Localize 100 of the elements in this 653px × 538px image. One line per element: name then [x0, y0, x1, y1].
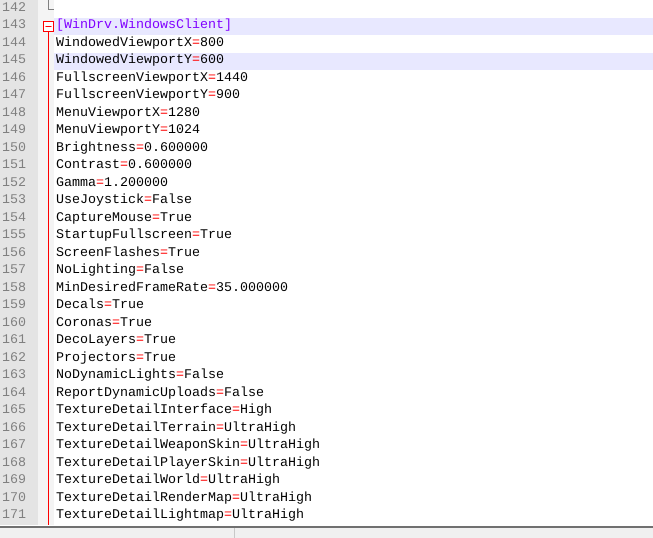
equals-sign: = [224, 508, 232, 524]
setting-key: TextureDetailInterface [56, 403, 232, 420]
line-number: 169 [1, 473, 26, 490]
setting-value: True [200, 228, 232, 244]
line-number: 155 [1, 228, 26, 244]
equals-sign: = [240, 456, 248, 472]
setting-value: 1440 [216, 70, 248, 87]
line-number: 159 [1, 298, 26, 314]
equals-sign: = [208, 280, 216, 297]
setting-key: Projectors [56, 350, 136, 367]
line-number: 152 [1, 176, 26, 192]
line-number: 149 [1, 123, 26, 140]
line-number: 142 [1, 0, 26, 17]
setting-value: UltraHigh [248, 438, 320, 454]
setting-value: True [144, 350, 176, 367]
equals-sign: = [160, 246, 168, 262]
line-number: 153 [1, 193, 26, 210]
line-number: 168 [1, 456, 26, 472]
equals-sign: = [160, 106, 168, 122]
setting-key: WindowedViewportX [56, 36, 192, 52]
setting-value: High [240, 403, 272, 420]
equals-sign: = [232, 403, 240, 420]
setting-value: 35.000000 [216, 280, 288, 297]
line-number: 156 [1, 246, 26, 262]
equals-sign: = [176, 368, 184, 384]
section-header: [WinDrv.WindowsClient] [56, 18, 232, 34]
setting-key: TextureDetailWeaponSkin [56, 438, 240, 454]
line-number: 148 [1, 106, 26, 122]
setting-value: True [144, 333, 176, 350]
setting-key: TextureDetailTerrain [56, 420, 216, 437]
line-number: 164 [1, 386, 26, 402]
setting-value: 1.200000 [104, 176, 168, 192]
equals-sign: = [152, 210, 160, 227]
setting-value: UltraHigh [240, 490, 312, 507]
line-number: 165 [1, 403, 26, 420]
setting-key: CaptureMouse [56, 210, 152, 227]
setting-value: 0.600000 [144, 140, 208, 157]
collapse-icon[interactable] [43, 20, 54, 32]
equals-sign: = [232, 490, 240, 507]
line-number: 144 [1, 36, 26, 52]
equals-sign: = [208, 70, 216, 87]
equals-sign: = [160, 123, 168, 140]
line-number: 162 [1, 350, 26, 367]
setting-key: TextureDetailLightmap [56, 508, 224, 524]
equals-sign: = [104, 298, 112, 314]
equals-sign: = [208, 88, 216, 104]
equals-sign: = [216, 420, 224, 437]
equals-sign: = [216, 386, 224, 402]
line-number: 161 [1, 333, 26, 350]
line-number: 171 [1, 508, 26, 524]
setting-key: NoLighting [56, 263, 136, 280]
line-number: 146 [1, 70, 26, 87]
setting-key: NoDynamicLights [56, 368, 176, 384]
setting-key: DecoLayers [56, 333, 136, 350]
equals-sign: = [192, 53, 200, 70]
equals-sign: = [192, 228, 200, 244]
equals-sign: = [240, 438, 248, 454]
equals-sign: = [112, 316, 120, 332]
equals-sign: = [120, 158, 128, 174]
setting-value: 1024 [168, 123, 200, 140]
line-number: 166 [1, 420, 26, 437]
setting-key: UseJoystick [56, 193, 144, 210]
equals-sign: = [136, 140, 144, 157]
equals-sign: = [136, 263, 144, 280]
line-number: 143 [1, 18, 26, 34]
setting-key: MenuViewportX [56, 106, 160, 122]
setting-key: Contrast [56, 158, 120, 174]
setting-key: MenuViewportY [56, 123, 160, 140]
setting-value: False [184, 368, 224, 384]
equals-sign: = [136, 333, 144, 350]
setting-value: 0.600000 [128, 158, 192, 174]
line-number: 150 [1, 140, 26, 157]
setting-value: False [152, 193, 192, 210]
setting-key: ReportDynamicUploads [56, 386, 216, 402]
setting-key: StartupFullscreen [56, 228, 192, 244]
line-number: 160 [1, 316, 26, 332]
setting-value: UltraHigh [224, 420, 296, 437]
line-number: 157 [1, 263, 26, 280]
setting-key: MinDesiredFrameRate [56, 280, 208, 297]
equals-sign: = [144, 193, 152, 210]
line-number: 158 [1, 280, 26, 297]
setting-value: False [144, 263, 184, 280]
setting-key: FullscreenViewportX [56, 70, 208, 87]
setting-value: 800 [200, 36, 224, 52]
setting-key: TextureDetailWorld [56, 473, 200, 490]
setting-value: 1280 [168, 106, 200, 122]
setting-value: True [120, 316, 152, 332]
setting-key: TextureDetailRenderMap [56, 490, 232, 507]
line-number: 163 [1, 368, 26, 384]
line-number: 151 [1, 158, 26, 174]
setting-key: TextureDetailPlayerSkin [56, 456, 240, 472]
setting-key: WindowedViewportY [56, 53, 192, 70]
setting-key: Brightness [56, 140, 136, 157]
line-number: 147 [1, 88, 26, 104]
setting-value: False [224, 386, 264, 402]
line-number: 170 [1, 490, 26, 507]
equals-sign: = [136, 350, 144, 367]
line-number: 154 [1, 210, 26, 227]
line-number: 145 [1, 53, 26, 70]
setting-value: True [112, 298, 144, 314]
